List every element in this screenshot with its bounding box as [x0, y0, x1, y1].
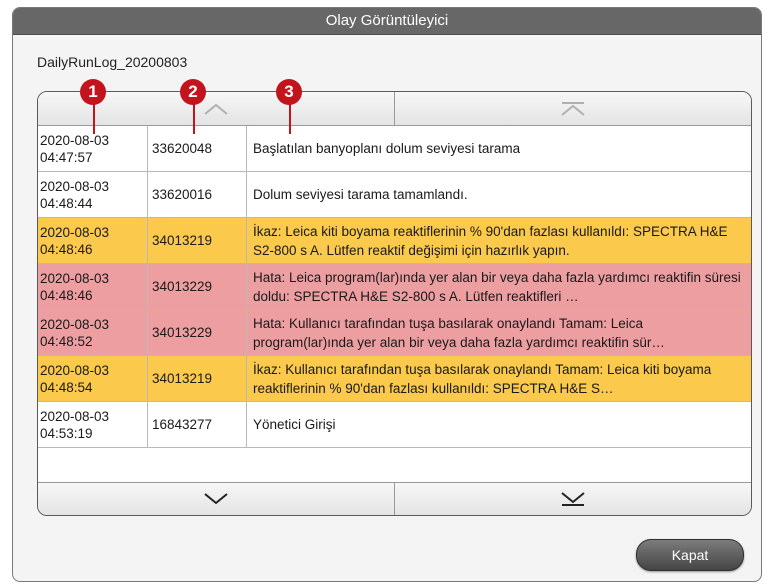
- table-row[interactable]: 2020-08-03 04:47:57 33620048 Başlatılan ban…: [38, 126, 751, 172]
- callout-2: 2: [180, 79, 206, 105]
- event-code: 34013219: [148, 218, 247, 263]
- event-code: 34013229: [148, 264, 247, 309]
- table-row[interactable]: 2020-08-03 04:48:44 33620016 Dolum seviyesi…: [38, 172, 751, 218]
- event-timestamp: 2020-08-03 04:48:46: [38, 264, 148, 309]
- event-message: İkaz: Leica kiti boyama reaktiflerinin %…: [253, 223, 728, 258]
- event-date: 2020-08-03: [40, 408, 110, 424]
- event-message-cell: Dolum seviyesi tarama tamamlandı.: [247, 172, 751, 217]
- table-row[interactable]: 2020-08-03 04:48:46 34013219 İkaz: Leica ki…: [38, 218, 751, 264]
- event-time: 04:53:19: [40, 425, 93, 441]
- callout-line-1: [93, 104, 95, 134]
- dialog-title: Olay Görüntüleyici: [13, 8, 761, 35]
- event-date: 2020-08-03: [40, 224, 110, 240]
- table-row[interactable]: 2020-08-03 04:53:19 16843277 Yönetici Giriş…: [38, 402, 751, 448]
- scroll-bottom-bar: [38, 482, 751, 515]
- event-message: Dolum seviyesi tarama tamamlandı.: [253, 187, 468, 202]
- log-file-name: DailyRunLog_20200803: [37, 54, 188, 70]
- table-row[interactable]: 2020-08-03 04:48:52 34013229 Hata: Kullanıc…: [38, 310, 751, 356]
- event-code: 34013219: [148, 356, 247, 401]
- scroll-to-bottom-button[interactable]: [395, 483, 751, 515]
- event-time: 04:48:46: [40, 241, 93, 257]
- event-message-cell: İkaz: Kullanıcı tarafından tuşa basılara…: [247, 356, 751, 401]
- callout-1: 1: [80, 79, 106, 105]
- event-timestamp: 2020-08-03 04:48:44: [38, 172, 148, 217]
- chevron-up-icon: [204, 103, 228, 115]
- scroll-to-top-button[interactable]: [395, 92, 751, 125]
- scroll-down-button[interactable]: [38, 483, 395, 515]
- event-date: 2020-08-03: [40, 316, 110, 332]
- callout-line-2: [193, 104, 195, 134]
- scroll-top-bar: [38, 92, 751, 126]
- event-time: 04:48:52: [40, 333, 93, 349]
- event-timestamp: 2020-08-03 04:53:19: [38, 402, 148, 447]
- event-message: Hata: Leica program(lar)ında yer alan bi…: [253, 269, 741, 304]
- event-time: 04:47:57: [40, 149, 93, 165]
- event-date: 2020-08-03: [40, 270, 110, 286]
- scroll-to-top-icon: [561, 101, 585, 116]
- event-message-cell: Hata: Leica program(lar)ında yer alan bi…: [247, 264, 751, 309]
- event-date: 2020-08-03: [40, 362, 110, 378]
- event-time: 04:48:44: [40, 195, 93, 211]
- event-message: Hata: Kullanıcı tarafından tuşa basılara…: [253, 315, 665, 350]
- event-list-panel: 2020-08-03 04:47:57 33620048 Başlatılan ban…: [37, 91, 752, 516]
- event-message: İkaz: Kullanıcı tarafından tuşa basılara…: [253, 361, 712, 396]
- event-viewer-dialog: Olay Görüntüleyici DailyRunLog_20200803 …: [12, 7, 762, 582]
- event-message: Yönetici Girişi: [253, 417, 336, 432]
- event-rows: 2020-08-03 04:47:57 33620048 Başlatılan ban…: [38, 126, 751, 448]
- event-message-cell: Başlatılan banyoplanı dolum seviyesi tar…: [247, 126, 751, 171]
- event-timestamp: 2020-08-03 04:48:54: [38, 356, 148, 401]
- event-code: 34013229: [148, 310, 247, 355]
- scroll-to-bottom-icon: [561, 492, 585, 506]
- callout-3: 3: [276, 79, 302, 105]
- event-message-cell: Yönetici Girişi: [247, 402, 751, 447]
- event-code: 33620016: [148, 172, 247, 217]
- event-time: 04:48:54: [40, 379, 93, 395]
- event-time: 04:48:46: [40, 287, 93, 303]
- event-timestamp: 2020-08-03 04:48:52: [38, 310, 148, 355]
- event-code: 16843277: [148, 402, 247, 447]
- event-code: 33620048: [148, 126, 247, 171]
- chevron-down-icon: [204, 493, 228, 505]
- event-timestamp: 2020-08-03 04:48:46: [38, 218, 148, 263]
- event-date: 2020-08-03: [40, 178, 110, 194]
- table-row[interactable]: 2020-08-03 04:48:46 34013229 Hata: Leica pr…: [38, 264, 751, 310]
- callout-line-3: [289, 104, 291, 134]
- event-message-cell: Hata: Kullanıcı tarafından tuşa basılara…: [247, 310, 751, 355]
- event-date: 2020-08-03: [40, 132, 110, 148]
- event-message-cell: İkaz: Leica kiti boyama reaktiflerinin %…: [247, 218, 751, 263]
- table-row[interactable]: 2020-08-03 04:48:54 34013219 İkaz: Kullanıc…: [38, 356, 751, 402]
- close-button[interactable]: Kapat: [636, 539, 744, 571]
- event-message: Başlatılan banyoplanı dolum seviyesi tar…: [253, 141, 521, 156]
